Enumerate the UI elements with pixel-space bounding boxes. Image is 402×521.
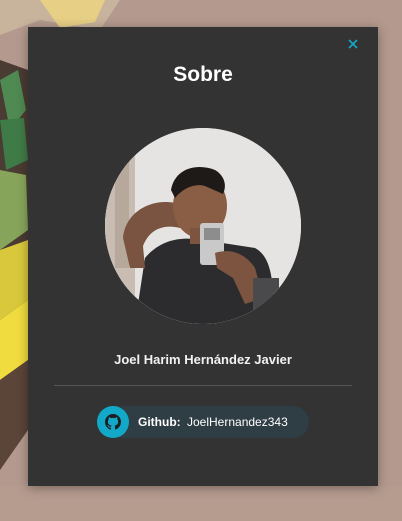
profile-name: Joel Harim Hernández Javier [114, 352, 292, 367]
github-username[interactable]: JoelHernandez343 [187, 415, 288, 429]
profile-avatar [105, 128, 301, 324]
divider [54, 385, 352, 386]
github-glyph [105, 414, 121, 430]
github-label: Github: [138, 415, 181, 429]
github-icon [97, 406, 129, 438]
modal-title: Sobre [173, 63, 233, 86]
github-link[interactable]: Github: JoelHernandez343 [97, 406, 309, 438]
about-modal: Sobre Joel Harim Hernández Javier Github… [28, 27, 378, 486]
profile-photo [105, 128, 301, 324]
close-icon [348, 39, 358, 49]
close-button[interactable] [345, 36, 361, 52]
